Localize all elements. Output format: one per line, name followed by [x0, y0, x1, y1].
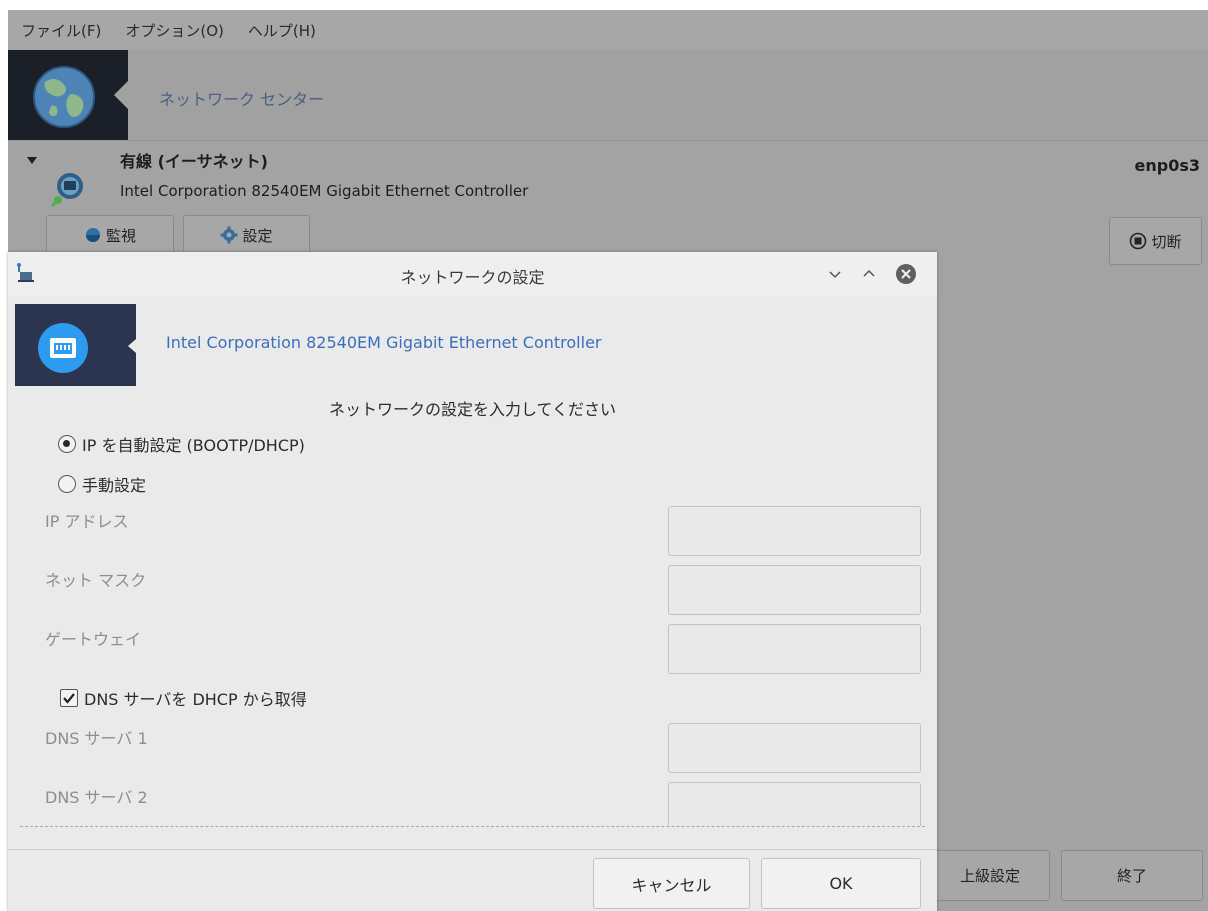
dialog-icon-panel: [15, 304, 143, 386]
radio-auto-indicator[interactable]: [58, 435, 76, 453]
radio-auto-label: IP を自動設定 (BOOTP/DHCP): [82, 436, 305, 455]
gear-icon: [220, 226, 238, 244]
dns-checkbox-label: DNS サーバを DHCP から取得: [84, 690, 307, 709]
dialog-device-name: Intel Corporation 82540EM Gigabit Ethern…: [166, 333, 602, 352]
disconnect-button[interactable]: 切断: [1109, 217, 1202, 265]
ip-address-label: IP アドレス: [45, 512, 129, 531]
settings-button[interactable]: 設定: [183, 215, 310, 255]
menu-options[interactable]: オプション(O): [112, 20, 235, 41]
interface-name: enp0s3: [1134, 156, 1200, 175]
dns-server-2-input[interactable]: [668, 782, 921, 826]
footer-divider: [8, 849, 937, 850]
radio-manual-label: 手動設定: [82, 476, 147, 495]
app-title: ネットワーク センター: [159, 90, 325, 109]
checkbox-indicator[interactable]: [60, 689, 78, 707]
ethernet-port-icon: [38, 323, 88, 373]
dialog-header: Intel Corporation 82540EM Gigabit Ethern…: [8, 296, 937, 386]
network-settings-dialog: ネットワークの設定 Intel Corporation 82540EM Giga…: [8, 252, 937, 911]
monitor-button[interactable]: 監視: [46, 215, 174, 255]
monitor-button-label: 監視: [105, 226, 136, 245]
dns-server-1-input[interactable]: [668, 723, 921, 773]
app-header: ネットワーク センター: [8, 50, 1208, 140]
minimize-button[interactable]: [824, 263, 846, 285]
dialog-header-notch: [128, 333, 143, 359]
app-icon-panel: [8, 50, 128, 140]
close-icon: [896, 264, 916, 284]
maximize-button[interactable]: [858, 263, 880, 285]
gateway-label: ゲートウェイ: [45, 630, 142, 649]
checkmark-icon: [63, 693, 75, 704]
advanced-settings-button[interactable]: 上級設定: [930, 850, 1050, 901]
netmask-label: ネット マスク: [45, 571, 147, 590]
close-button[interactable]: [895, 263, 917, 285]
expand-arrow-icon[interactable]: [27, 157, 37, 164]
globe-icon: [33, 66, 95, 128]
chevron-up-icon: [863, 269, 875, 277]
netmask-input[interactable]: [668, 565, 921, 615]
dns-from-dhcp-checkbox[interactable]: DNS サーバを DHCP から取得: [60, 686, 307, 710]
connection-type-label: 有線 (イーサネット): [120, 152, 268, 171]
chevron-down-icon: [829, 271, 841, 279]
ip-address-input[interactable]: [668, 506, 921, 556]
cancel-button[interactable]: キャンセル: [593, 858, 750, 909]
disconnect-button-label: 切断: [1151, 232, 1182, 251]
settings-form: ネットワークの設定を入力してください IP を自動設定 (BOOTP/DHCP)…: [20, 386, 925, 827]
form-instruction: ネットワークの設定を入力してください: [328, 400, 617, 419]
dialog-titlebar[interactable]: ネットワークの設定: [8, 252, 937, 296]
disconnect-icon: [1129, 232, 1147, 250]
monitor-icon: [84, 226, 102, 244]
settings-button-label: 設定: [242, 226, 273, 245]
menu-bar: ファイル(F) オプション(O) ヘルプ(H): [8, 10, 1208, 50]
dialog-title: ネットワークの設定: [400, 268, 545, 287]
connection-device-name: Intel Corporation 82540EM Gigabit Ethern…: [120, 182, 529, 200]
header-notch: [114, 81, 128, 109]
radio-auto-dhcp[interactable]: IP を自動設定 (BOOTP/DHCP): [58, 432, 305, 456]
dns-server-2-label: DNS サーバ 2: [45, 788, 148, 807]
radio-manual-indicator[interactable]: [58, 475, 76, 493]
wired-connection-icon: [50, 173, 83, 208]
header-divider: [8, 140, 1208, 141]
gateway-input[interactable]: [668, 624, 921, 674]
quit-button[interactable]: 終了: [1061, 850, 1203, 901]
ok-button[interactable]: OK: [761, 858, 921, 909]
menu-help[interactable]: ヘルプ(H): [235, 20, 327, 41]
menu-file[interactable]: ファイル(F): [8, 20, 112, 41]
radio-manual[interactable]: 手動設定: [58, 472, 146, 496]
dns-server-1-label: DNS サーバ 1: [45, 729, 148, 748]
